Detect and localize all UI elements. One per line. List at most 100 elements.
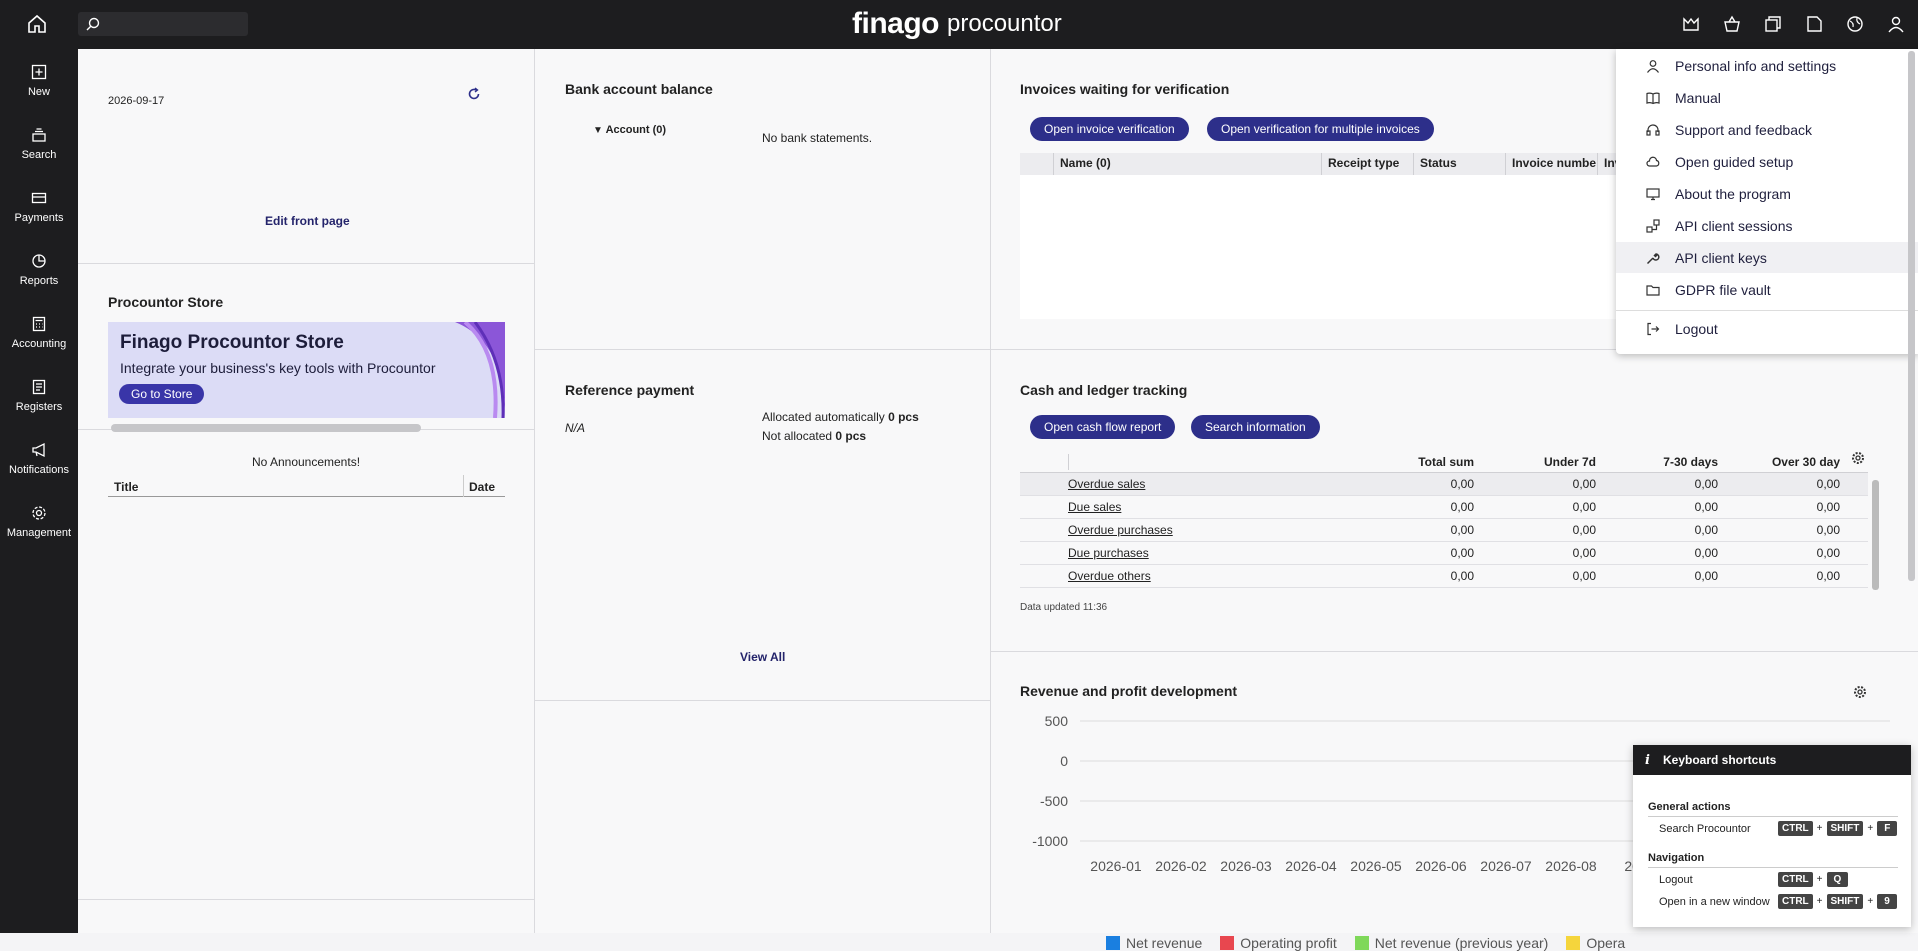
cash-cell: 0,00 [1694,569,1718,583]
open-invoice-verification-button[interactable]: Open invoice verification [1030,117,1189,141]
globe-icon[interactable] [1843,12,1867,36]
sidebar-item-label: Reports [19,274,59,287]
menu-item-gdpr-vault[interactable]: GDPR file vault [1616,274,1918,305]
sidebar-item-reports[interactable]: Reports [0,238,78,301]
cash-table-row: Due purchases 0,00 0,00 0,00 0,00 [1020,542,1868,565]
column-left: 2026-09-17 Edit front page Procountor St… [78,49,535,933]
go-to-store-button[interactable]: Go to Store [119,384,205,404]
sidebar-item-new[interactable]: New [0,49,78,112]
col-title[interactable]: Title [114,480,138,494]
edit-front-page-link[interactable]: Edit front page [265,214,350,228]
global-search-input[interactable] [78,12,248,36]
windows-icon[interactable] [1761,12,1785,36]
allocated-auto: Allocated automatically 0 pcs [762,410,919,424]
store-banner[interactable]: Finago Procountor Store Integrate your b… [108,322,505,418]
revenue-legend: Net revenue Operating profit Net revenue (… [1106,935,1625,951]
col-name[interactable]: Name (0) [1053,153,1321,175]
basket-icon[interactable] [1720,12,1744,36]
cash-table-row: Due sales 0,00 0,00 0,00 0,00 [1020,496,1868,519]
menu-item-label: Personal info and settings [1675,57,1837,74]
revenue-settings-gear-icon[interactable] [1853,685,1867,702]
key-badge: SHIFT [1826,894,1864,909]
cash-table-scrollbar[interactable] [1872,480,1879,590]
open-cash-flow-report-button[interactable]: Open cash flow report [1030,415,1176,439]
megaphone-icon [32,442,45,457]
shortcut-label: Search Procountor [1659,823,1751,835]
menu-item-about[interactable]: About the program [1616,178,1918,209]
cash-row-link[interactable]: Overdue sales [1068,477,1358,491]
col-date[interactable]: Date [463,475,495,497]
user-menu: Personal info and settings Manual Suppor… [1616,49,1918,354]
account-toggle[interactable]: ▼ Account (0) [593,124,666,136]
col-receipt-type[interactable]: Receipt type [1321,153,1413,175]
sidebar-item-search[interactable]: Search [0,112,78,175]
legend-item[interactable]: Net revenue [1106,935,1202,951]
sidebar-item-management[interactable]: Management [0,490,78,553]
sidebar-item-label: Payments [14,211,64,224]
y-tick-label: -1000 [1032,833,1068,849]
legend-item[interactable]: Net revenue (previous year) [1354,935,1548,951]
menu-item-api-keys[interactable]: API client keys [1616,242,1918,273]
view-all-link[interactable]: View All [740,650,785,664]
menu-item-logout[interactable]: Logout [1616,313,1918,344]
reference-title: Reference payment [565,382,695,398]
legend-swatch [1566,936,1581,950]
col-status[interactable]: Status [1413,153,1505,175]
legend-item[interactable]: Operating profit [1220,935,1337,951]
legend-label: Net revenue [1126,935,1203,951]
menu-item-personal-info[interactable]: Personal info and settings [1616,50,1918,81]
sidebar-item-payments[interactable]: Payments [0,175,78,238]
cash-cell: 0,00 [1572,523,1596,537]
menu-item-support[interactable]: Support and feedback [1616,114,1918,145]
menu-item-guided-setup[interactable]: Open guided setup [1616,146,1918,177]
cash-cell: 0,00 [1816,546,1840,560]
cash-cell: 0,00 [1816,523,1840,537]
book-icon [1646,92,1660,104]
announcements-panel: No Announcements! Title Date [78,430,534,850]
key-badge: 9 [1877,894,1897,909]
cash-row-link[interactable]: Overdue others [1068,569,1358,583]
shortcut-label: Logout [1659,874,1693,886]
card-icon [31,192,47,203]
col-7-30-days[interactable]: 7-30 days [1602,455,1724,469]
page-scrollbar[interactable] [1908,51,1915,581]
refresh-icon[interactable] [467,87,481,104]
calculator-icon [32,316,46,331]
col-total-sum[interactable]: Total sum [1358,455,1480,469]
cash-cell: 0,00 [1450,500,1474,514]
sidebar-item-notifications[interactable]: Notifications [0,427,78,490]
menu-item-label: Logout [1675,320,1718,337]
cash-row-link[interactable]: Due purchases [1068,546,1358,560]
cash-cell: 0,00 [1694,477,1718,491]
home-icon[interactable] [26,13,48,35]
cash-cell: 0,00 [1572,569,1596,583]
col-invoice-number[interactable]: Invoice numbe [1505,153,1597,175]
menu-item-manual[interactable]: Manual [1616,82,1918,113]
bank-title: Bank account balance [565,81,713,97]
open-multiple-verification-button[interactable]: Open verification for multiple invoices [1207,117,1434,141]
store-panel: Procountor Store Finago Procountor Store… [78,264,534,432]
sidebar-item-registers[interactable]: Registers [0,364,78,427]
inbox-icon[interactable] [1679,12,1703,36]
sidebar-item-accounting[interactable]: Accounting [0,301,78,364]
document-icon[interactable] [1802,12,1826,36]
sidebar-item-label: Registers [15,400,63,413]
user-icon[interactable] [1884,12,1908,36]
cash-row-link[interactable]: Due sales [1068,500,1358,514]
search-stack-icon [32,127,46,142]
search-information-button[interactable]: Search information [1191,415,1320,439]
col-select[interactable] [1020,153,1053,175]
cash-row-link[interactable]: Overdue purchases [1068,523,1358,537]
register-icon [32,379,46,394]
menu-item-api-sessions[interactable]: API client sessions [1616,210,1918,241]
legend-item[interactable]: Opera [1566,935,1625,951]
col-under-7d[interactable]: Under 7d [1480,455,1602,469]
col-over-30-days[interactable]: Over 30 day [1724,455,1846,469]
sidebar: New Search Payments Reports Accounting R… [0,49,78,933]
cash-table-row: Overdue sales 0,00 0,00 0,00 0,00 [1020,473,1868,496]
cash-cell: 0,00 [1450,546,1474,560]
legend-swatch [1106,936,1120,950]
cash-cell: 0,00 [1572,546,1596,560]
app-logo[interactable]: finago procountor [852,7,1062,40]
navigation-heading: Navigation [1648,852,1898,868]
